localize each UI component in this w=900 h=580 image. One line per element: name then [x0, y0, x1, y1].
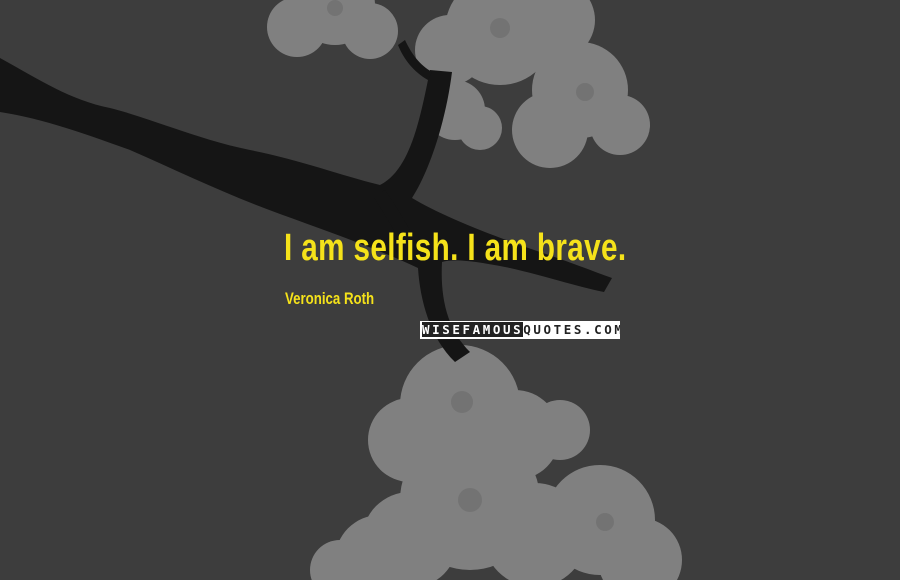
watermark-badge: WISEFAMOUSQUOTES.COM	[420, 321, 620, 339]
watermark-lead: WISEFAMOUS	[422, 322, 524, 337]
branch-blossom-illustration	[0, 0, 682, 580]
quote-text: I am selfish. I am brave.	[284, 227, 627, 269]
quote-author: Veronica Roth	[285, 289, 375, 308]
branch-illustration	[0, 40, 612, 362]
quote-image: I am selfish. I am brave. Veronica Roth …	[0, 0, 900, 580]
watermark-rest: QUOTES.COM	[523, 322, 620, 337]
